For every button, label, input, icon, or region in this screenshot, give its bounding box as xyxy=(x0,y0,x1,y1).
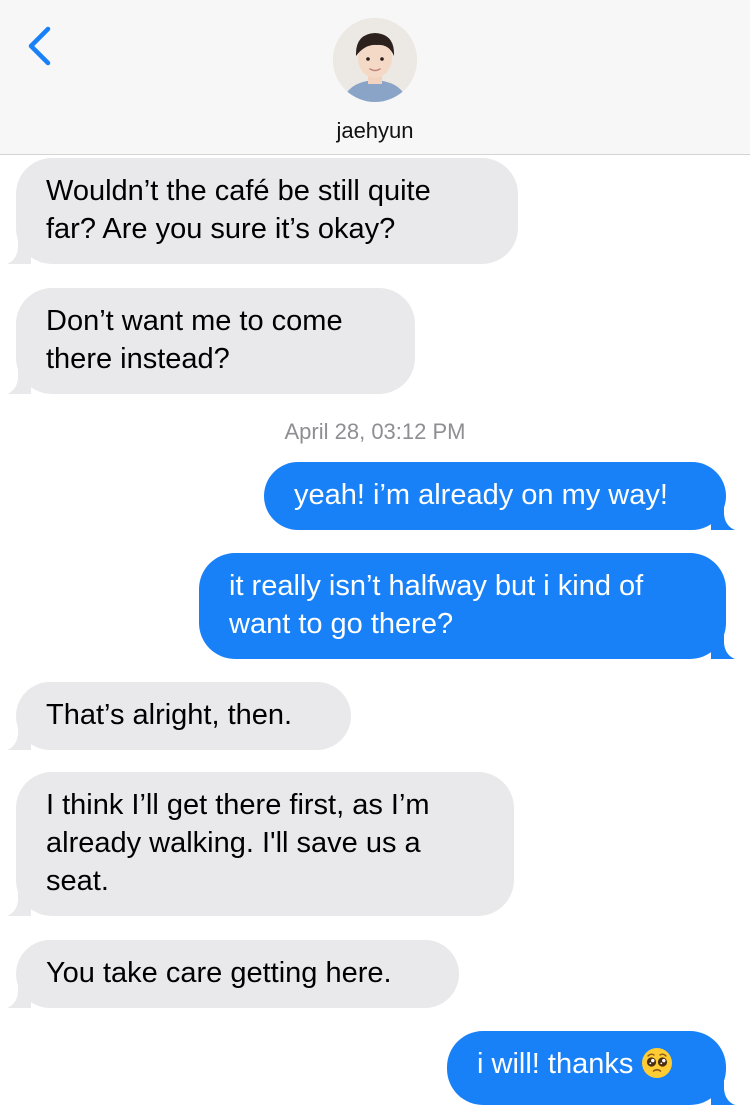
message-text: You take care getting here. xyxy=(46,957,392,989)
message-text: Wouldn’t the café be still quite far? Ar… xyxy=(46,175,431,245)
message-text: yeah! i’m already on my way! xyxy=(294,479,668,511)
message-text: I think I’ll get there first, as I’m alr… xyxy=(46,789,430,897)
bubble-tail xyxy=(711,506,735,530)
avatar-photo xyxy=(333,18,417,102)
message-text: That’s alright, then. xyxy=(46,699,293,731)
message-thread: Wouldn’t the café be still quite far? Ar… xyxy=(0,155,750,1118)
bubble-tail xyxy=(7,892,31,916)
chevron-left-icon xyxy=(28,26,51,66)
message-text: Don’t want me to come there instead? xyxy=(46,305,343,375)
outgoing-message[interactable]: i will! thanks xyxy=(447,1031,735,1105)
contact-name[interactable]: jaehyun xyxy=(0,118,750,144)
outgoing-message[interactable]: yeah! i’m already on my way! xyxy=(264,462,735,530)
bubble-tail xyxy=(711,1081,735,1105)
message-timestamp: April 28, 03:12 PM xyxy=(284,419,466,444)
message-text: it really isn’t halfway but i kind of wa… xyxy=(229,570,644,640)
incoming-message[interactable]: Wouldn’t the café be still quite far? Ar… xyxy=(7,158,518,264)
incoming-message[interactable]: I think I’ll get there first, as I’m alr… xyxy=(7,772,514,916)
incoming-message[interactable]: That’s alright, then. xyxy=(7,682,351,750)
conversation-header: jaehyun xyxy=(0,0,750,155)
back-button[interactable] xyxy=(14,20,64,70)
bubble-tail xyxy=(7,984,31,1008)
bubble-tail xyxy=(7,370,31,394)
bubble-tail xyxy=(7,726,31,750)
pleading-face-icon xyxy=(641,1047,673,1089)
bubble-tail xyxy=(7,240,31,264)
message-text: i will! thanks xyxy=(477,1048,634,1080)
incoming-message[interactable]: Don’t want me to come there instead? xyxy=(7,288,415,394)
incoming-message[interactable]: You take care getting here. xyxy=(7,940,459,1008)
bubble-tail xyxy=(711,635,735,659)
outgoing-message[interactable]: it really isn’t halfway but i kind of wa… xyxy=(199,553,735,659)
contact-avatar[interactable] xyxy=(333,18,417,102)
